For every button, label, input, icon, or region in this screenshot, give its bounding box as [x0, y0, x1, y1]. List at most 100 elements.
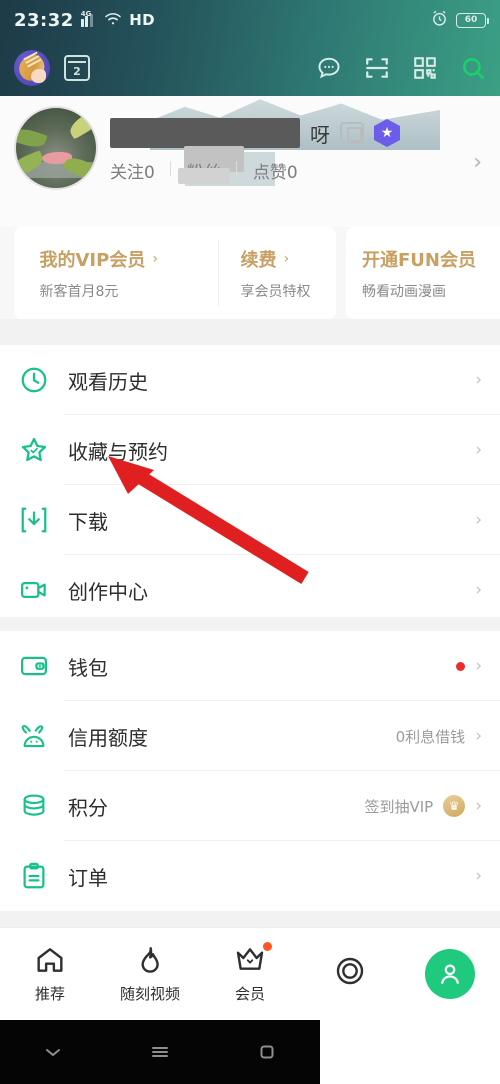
menu-item-right: ›: [475, 866, 482, 886]
menu-item-download[interactable]: 下载 ›: [0, 485, 500, 555]
menu-item-orders[interactable]: 订单 ›: [0, 841, 500, 911]
qrcode-icon[interactable]: [412, 55, 438, 81]
message-icon[interactable]: [316, 55, 342, 81]
menu-item-right: ›: [475, 440, 482, 460]
tab-discover[interactable]: [300, 955, 400, 994]
star-icon: [18, 434, 50, 466]
menu-item-creator-center[interactable]: 创作中心 ›: [0, 555, 500, 625]
bottom-tab-bar: 推荐 随刻视频 会员: [0, 927, 500, 1020]
chevron-right-icon: ›: [475, 726, 482, 746]
wallet-icon: [18, 650, 50, 682]
menu-item-hint: 0利息借钱: [395, 727, 466, 746]
status-time: 23:32: [14, 9, 74, 31]
camera-edit-icon[interactable]: [340, 122, 364, 144]
chevron-right-icon: ›: [475, 370, 482, 390]
vip-card-my-vip[interactable]: 我的VIP会员 › 新客首月8元: [40, 240, 218, 306]
renew-subtitle: 享会员特权: [240, 283, 311, 300]
tab-video[interactable]: 随刻视频: [100, 944, 200, 1004]
search-icon[interactable]: [460, 55, 486, 81]
fun-title: 开通FUN会员: [362, 249, 476, 271]
stat-following[interactable]: 关注0: [110, 158, 171, 183]
user-avatar-guitar[interactable]: [14, 50, 50, 86]
vip-cards-row: 我的VIP会员 › 新客首月8元 续费 › 享会员特权 开通FUN会员 畅看动画…: [0, 227, 500, 319]
profile-section[interactable]: 呀 ★ 关注0 粉丝 点赞0 ›: [0, 96, 500, 227]
menu-item-right: ›: [456, 656, 482, 676]
menu-item-label: 收藏与预约: [68, 439, 168, 464]
battery-indicator: 60: [456, 12, 489, 28]
section-divider: [0, 617, 500, 631]
signal-bars-icon: 4G: [80, 10, 98, 27]
chevron-right-icon: ›: [283, 250, 290, 267]
circle-target-icon: [334, 955, 366, 987]
chevron-right-icon: ›: [475, 866, 482, 886]
menu-item-points[interactable]: 积分 签到抽VIP ♛ ›: [0, 771, 500, 841]
status-badge: [456, 661, 466, 671]
app-screen: 23:32 4G HD 60 2 呀 ★ 关注0 点赞0 › 我的VIP会员 ›…: [0, 0, 500, 1084]
vip-card-subtitle: 新客首月8元: [39, 283, 119, 300]
chevron-right-icon: ›: [475, 796, 482, 816]
menu-group-secondary: 钱包 › 信用额度 0利息借钱 › 积分 签到抽VIP ♛ › 订单 ›: [0, 631, 500, 911]
calendar-icon[interactable]: 2: [64, 55, 90, 81]
menu-item-right: ›: [475, 370, 482, 390]
chevron-right-icon: ›: [152, 250, 158, 267]
vip-card-primary[interactable]: 我的VIP会员 › 新客首月8元 续费 › 享会员特权: [14, 227, 336, 319]
tab-recommend[interactable]: 推荐: [0, 944, 100, 1004]
system-navigation-bar: [0, 1020, 320, 1084]
flame-icon: [134, 944, 166, 976]
menu-item-label: 创作中心: [68, 579, 148, 604]
chevron-right-icon: ›: [475, 580, 482, 600]
system-nav-filler: [320, 1020, 500, 1084]
menu-item-favorites[interactable]: 收藏与预约 ›: [0, 415, 500, 485]
tab-member[interactable]: 会员: [200, 942, 300, 1004]
menu-item-right: ›: [475, 580, 482, 600]
star-badge-icon[interactable]: ★: [374, 119, 400, 147]
back-icon[interactable]: [0, 1040, 107, 1064]
vip-card-fun[interactable]: 开通FUN会员 畅看动画漫画: [346, 227, 500, 319]
menu-item-right: 签到抽VIP ♛ ›: [364, 795, 482, 817]
calendar-day-label: 2: [73, 65, 81, 78]
menu-item-wallet[interactable]: 钱包 ›: [0, 631, 500, 701]
menu-item-hint: 签到抽VIP: [364, 797, 434, 816]
header-actions: [316, 55, 486, 81]
username-redacted: [110, 118, 300, 148]
scan-icon[interactable]: [364, 55, 390, 81]
avatar[interactable]: [14, 106, 98, 190]
crown-icon: ♛: [443, 795, 466, 817]
vip-card-title-wrap: 我的VIP会员 ›: [40, 246, 218, 272]
vip-card-title: 我的VIP会员: [39, 249, 146, 271]
section-divider-2: [0, 913, 500, 927]
home-square-icon[interactable]: [213, 1040, 320, 1064]
crown-icon: [234, 944, 266, 976]
chevron-right-icon: ›: [475, 440, 482, 460]
menu-item-credit[interactable]: 信用额度 0利息借钱 ›: [0, 701, 500, 771]
username-tail: 呀: [310, 122, 330, 147]
tab-label: 会员: [234, 985, 265, 1003]
chevron-right-icon: ›: [475, 656, 482, 676]
menu-item-right: ›: [475, 510, 482, 530]
top-bar: 2: [0, 40, 500, 96]
menu-item-history[interactable]: 观看历史 ›: [0, 345, 500, 415]
fun-subtitle: 畅看动画漫画: [362, 283, 446, 300]
vip-card-renew[interactable]: 续费 › 享会员特权: [217, 240, 311, 306]
menu-item-label: 积分: [68, 795, 108, 820]
stats-redaction-block-2: [178, 168, 230, 184]
renew-title: 续费: [240, 249, 277, 271]
status-bar-right: 60: [431, 10, 489, 31]
status-bar-left: 23:32 4G HD: [14, 10, 155, 31]
menu-item-right: 0利息借钱 ›: [396, 726, 482, 747]
menu-item-label: 信用额度: [68, 725, 148, 750]
stat-likes[interactable]: 点赞0: [237, 158, 314, 183]
menu-icon[interactable]: [107, 1040, 214, 1064]
status-bar: 23:32 4G HD 60: [0, 0, 500, 40]
tab-label: 推荐: [34, 985, 65, 1003]
profile-chevron-icon[interactable]: ›: [473, 150, 482, 175]
menu-group-primary: 观看历史 › 收藏与预约 › 下载 › 创作中心 ›: [0, 345, 500, 625]
menu-item-label: 观看历史: [68, 369, 148, 394]
clipboard-icon: [18, 860, 50, 892]
menu-item-label: 钱包: [68, 655, 108, 680]
rabbit-icon: [18, 720, 50, 752]
tab-profile[interactable]: [400, 949, 500, 999]
coins-icon: [18, 790, 50, 822]
menu-item-label: 订单: [68, 865, 108, 890]
alarm-clock-icon: [431, 10, 448, 31]
